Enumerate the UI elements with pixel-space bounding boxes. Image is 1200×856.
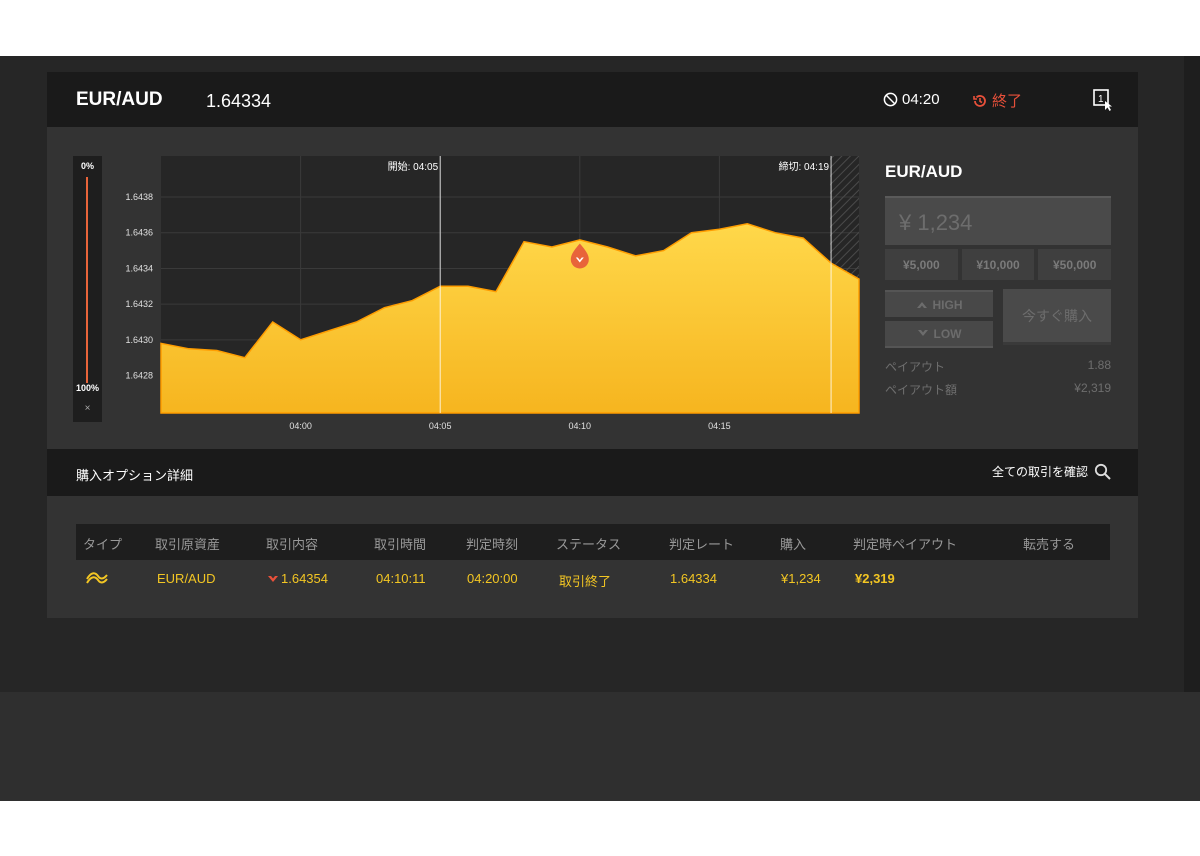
row-asset: EUR/AUD	[157, 571, 216, 586]
popout-window-icon[interactable]: 1	[1093, 89, 1113, 111]
low-label: LOW	[933, 326, 962, 341]
y-tick-label: 1.6438	[125, 192, 153, 202]
col-payout: 判定時ペイアウト	[853, 537, 958, 552]
col-judge-time: 判定時刻	[466, 537, 519, 552]
no-entry-icon	[883, 92, 898, 107]
options-title: 購入オプション詳細	[76, 468, 194, 483]
y-tick-label: 1.6434	[125, 263, 153, 273]
y-tick-label: 1.6430	[125, 335, 153, 345]
row-trade-time: 04:10:11	[376, 571, 426, 586]
status-ended: 終了	[972, 90, 1022, 111]
row-content: 1.64354	[268, 571, 328, 586]
low-button[interactable]: LOW	[885, 321, 993, 348]
payout-amount-value: ¥2,319	[1074, 381, 1111, 395]
row-content-rate: 1.64354	[281, 571, 328, 586]
col-type: タイプ	[83, 537, 123, 552]
col-status: ステータス	[556, 537, 622, 552]
trade-pair: EUR/AUD	[885, 162, 963, 181]
scrollbar-track[interactable]	[1184, 56, 1200, 692]
end-time-label: 締切: 04:19	[778, 160, 829, 173]
view-all-trades-label: 全ての取引を確認	[991, 465, 1088, 479]
table-row[interactable]: EUR/AUD 1.64354 04:10:11 04:20:00 取引終了 1…	[76, 560, 1110, 596]
payout-amount-row: ペイアウト額 ¥2,319	[885, 381, 1111, 398]
y-tick-label: 1.6432	[125, 299, 153, 309]
x-tick-label: 04:00	[289, 421, 312, 431]
current-rate: 1.64334	[206, 91, 272, 111]
col-purchase: 購入	[780, 537, 807, 552]
y-tick-label: 1.6428	[125, 371, 153, 381]
high-label: HIGH	[932, 297, 963, 312]
low-direction-icon	[268, 575, 278, 582]
slider-close-icon[interactable]: ×	[73, 403, 102, 414]
svg-text:1: 1	[1098, 94, 1104, 105]
amount-input[interactable]: ¥ 1,234	[885, 196, 1111, 245]
preset-10000-button[interactable]: ¥10,000	[961, 249, 1035, 280]
row-payout: ¥2,319	[855, 571, 895, 586]
col-judge-rate: 判定レート	[669, 537, 735, 552]
buy-now-button[interactable]: 今すぐ購入	[1003, 289, 1111, 345]
start-time-label: 開始: 04:05	[388, 160, 439, 173]
x-tick-label: 04:10	[569, 421, 592, 431]
payout-value: 1.88	[1087, 358, 1111, 372]
col-content: 取引内容	[266, 537, 319, 552]
preset-50000-button[interactable]: ¥50,000	[1038, 249, 1112, 280]
options-table: タイプ 取引原資産 取引内容 取引時間 判定時刻 ステータス 判定レート 購入 …	[76, 524, 1110, 596]
row-judge-time: 04:20:00	[467, 571, 518, 586]
price-chart: 開始: 04:05 締切: 04:19 1.6438 1.6436 1.6434 1.…	[125, 156, 860, 431]
asset-pair-title: EUR/AUD	[76, 89, 163, 110]
trade-panel: EUR/AUD 1.64334 04:20 終了 1 0% 100% × 開始:…	[47, 72, 1138, 618]
table-header: タイプ 取引原資産 取引内容 取引時間 判定時刻 ステータス 判定レート 購入 …	[76, 524, 1110, 560]
x-tick-label: 04:05	[429, 421, 452, 431]
col-resell: 転売する	[1023, 537, 1076, 552]
col-asset: 取引原資産	[155, 537, 221, 552]
col-trade-time: 取引時間	[374, 537, 427, 552]
high-button[interactable]: HIGH	[885, 290, 993, 317]
page-footer-area	[0, 692, 1200, 801]
view-all-trades-link[interactable]: 全ての取引を確認	[992, 463, 1111, 480]
status-ended-label: 終了	[992, 93, 1023, 110]
high-arrow-icon	[916, 302, 927, 308]
row-purchase: ¥1,234	[781, 571, 821, 586]
slider-bar[interactable]	[86, 177, 88, 383]
x-tick-label: 04:15	[708, 421, 731, 431]
payout-amount-label: ペイアウト額	[885, 383, 958, 397]
low-arrow-icon	[917, 330, 928, 336]
row-status: 取引終了	[559, 574, 612, 589]
payout-label: ペイアウト	[885, 360, 946, 374]
search-icon	[1094, 463, 1111, 480]
expiry-timer: 04:20	[883, 91, 940, 108]
expiry-time: 04:20	[902, 91, 940, 108]
options-header: 購入オプション詳細 全ての取引を確認	[47, 449, 1138, 496]
y-tick-label: 1.6436	[125, 228, 153, 238]
slider-bottom-label: 100%	[75, 383, 100, 393]
preset-5000-button[interactable]: ¥5,000	[885, 249, 958, 280]
amount-presets: ¥5,000 ¥10,000 ¥50,000	[885, 249, 1112, 280]
row-judge-rate: 1.64334	[670, 571, 717, 586]
panel-header: EUR/AUD 1.64334 04:20 終了 1	[47, 72, 1138, 127]
history-icon	[973, 94, 986, 107]
slider-top-label: 0%	[80, 161, 94, 171]
investment-slider[interactable]: 0% 100% ×	[73, 156, 102, 422]
payout-row: ペイアウト 1.88	[885, 358, 1111, 375]
highlow-type-icon	[86, 572, 108, 584]
